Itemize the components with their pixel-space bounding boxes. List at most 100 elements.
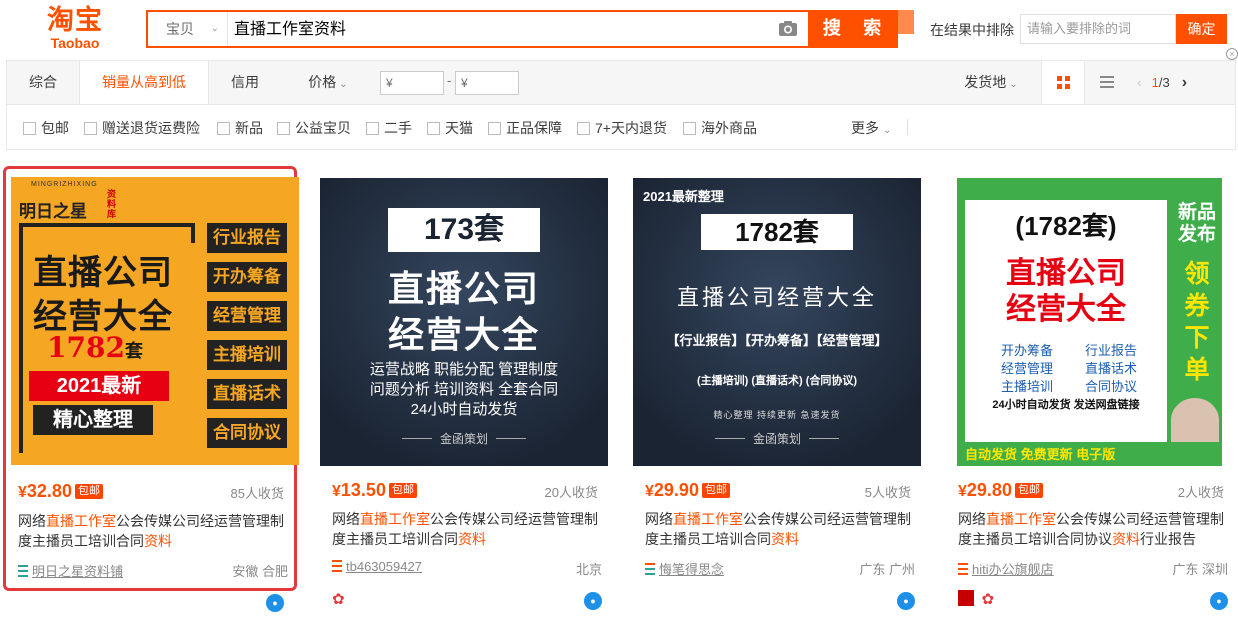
flower-icon: ✿ — [981, 591, 995, 608]
wangwang-chat-icon[interactable]: ● — [266, 594, 284, 612]
product-image[interactable]: MINGRIZHIXING 明日之星 资料库 直播公司 经营大全 1782套 2… — [11, 177, 299, 465]
checkbox[interactable] — [84, 122, 97, 135]
price-row: ¥13.50 包邮 20人收货 — [332, 480, 598, 504]
price-min-input[interactable]: ¥ — [380, 71, 444, 95]
shop-icon — [332, 560, 342, 572]
product-title[interactable]: 网络直播工作室公会传媒公司经运营管理制度主播员工培训合同资料 — [645, 509, 915, 549]
filter-label: 包邮 — [41, 120, 69, 136]
checkbox[interactable] — [366, 122, 379, 135]
filter-second-hand[interactable]: 二手 — [366, 119, 412, 137]
product-image[interactable]: 173套 直播公司 经营大全 运营战略 职能分配 管理制度 问题分析 培训资料 … — [320, 178, 608, 466]
close-icon[interactable]: × — [1226, 48, 1238, 60]
title-text: 行业报告 — [1140, 531, 1196, 547]
product-title[interactable]: 网络直播工作室公会传媒公司经运营管理制度主播员工培训合同资料 — [18, 511, 288, 551]
title-highlight: 直播工作室 — [46, 513, 116, 529]
badge-row: ✿ ● — [958, 590, 1228, 610]
more-filters-button[interactable]: 更多 ⌄ — [851, 118, 891, 138]
sort-default[interactable]: 综合 — [7, 61, 79, 104]
search-category-label: 宝贝 — [166, 21, 194, 37]
exclude-input[interactable]: 请输入要排除的词 — [1020, 14, 1176, 44]
image-row-3: 精心整理 持续更新 急速发货 — [713, 410, 841, 420]
filter-overseas[interactable]: 海外商品 — [683, 119, 757, 137]
wangwang-chat-icon[interactable]: ● — [897, 592, 915, 610]
wangwang-chat-icon[interactable]: ● — [584, 592, 602, 610]
product-card[interactable]: MINGRIZHIXING 明日之星 资料库 直播公司 经营大全 1782套 2… — [3, 166, 299, 591]
filter-return-insurance[interactable]: 赠送退货运费险 — [84, 119, 200, 137]
checkbox[interactable] — [683, 122, 696, 135]
filter-label: 天猫 — [445, 120, 473, 136]
image-tag: 经营管理 — [207, 301, 287, 331]
filter-label: 二手 — [384, 120, 412, 136]
list-view-button[interactable] — [1085, 61, 1129, 104]
person-illustration — [1171, 398, 1219, 442]
product-card[interactable]: 2021最新整理 1782套 直播公司经营大全 【行业报告】【开办筹备】【经营管… — [625, 166, 921, 618]
sort-by-price[interactable]: 价格 ⌄ — [293, 61, 363, 104]
search-category-select[interactable]: 宝贝 ⌄ — [148, 12, 228, 46]
checkbox[interactable] — [277, 122, 290, 135]
wangwang-chat-icon[interactable]: ● — [1210, 592, 1228, 610]
filter-genuine[interactable]: 正品保障 — [488, 119, 562, 137]
sales-count: 2人收货 — [1177, 485, 1224, 500]
sales-count: 20人收货 — [544, 485, 598, 500]
image-count: 173套 — [388, 208, 540, 252]
filter-tmall[interactable]: 天猫 — [427, 119, 473, 137]
checkbox[interactable] — [577, 122, 590, 135]
exclude-confirm-button[interactable]: 确定 — [1176, 14, 1227, 44]
next-page-icon[interactable]: › — [1182, 74, 1187, 91]
sort-by-credit[interactable]: 信用 — [209, 61, 281, 104]
chevron-down-icon: ⌄ — [210, 23, 219, 34]
price-value: 13.50 — [340, 480, 386, 500]
price-value: 29.90 — [653, 480, 699, 500]
product-title[interactable]: 网络直播工作室公会传媒公司经运营管理制度主播员工培训合同资料 — [332, 509, 602, 549]
filter-7day-return[interactable]: 7+天内退货 — [577, 119, 667, 137]
shop-name[interactable]: 悔笔得思念 — [659, 562, 724, 577]
filter-free-shipping[interactable]: 包邮 — [23, 119, 69, 137]
search-input[interactable]: 直播工作室资料 — [234, 12, 774, 46]
product-image[interactable]: 2021最新整理 1782套 直播公司经营大全 【行业报告】【开办筹备】【经营管… — [633, 178, 921, 466]
product-card[interactable]: (1782套) 直播公司 经营大全 开办筹备 行业报告 经营管理 直播话术 主播… — [938, 166, 1232, 618]
filter-bar: 包邮 赠送退货运费险 新品 公益宝贝 二手 天猫 正品保障 7+天内退货 海外商… — [6, 105, 1236, 150]
search-button[interactable]: 搜 索 — [808, 10, 898, 48]
badge-row: ✿ ● — [332, 590, 602, 610]
sort-by-sales[interactable]: 销量从高到低 — [79, 61, 209, 104]
page-total: /3 — [1158, 75, 1170, 90]
shop-name[interactable]: hiti办公旗舰店 — [972, 562, 1054, 577]
grid-view-button[interactable] — [1041, 61, 1085, 104]
image-sub-2: 问题分析 培训资料 全套合同 — [369, 381, 559, 398]
price-row: ¥32.80 包邮 85人收货 — [18, 481, 284, 505]
sales-count: 5人收货 — [864, 485, 911, 500]
camera-icon[interactable] — [778, 20, 798, 37]
prev-page-icon[interactable]: ‹ — [1137, 74, 1142, 90]
shop-row: 悔笔得思念 广东 广州 — [645, 559, 915, 577]
ship-from-filter[interactable]: 发货地 ⌄ — [951, 61, 1031, 104]
shop-row: tb463059427 北京 — [332, 559, 602, 577]
filter-charity[interactable]: 公益宝贝 — [277, 119, 351, 137]
checkbox[interactable] — [427, 122, 440, 135]
image-count: (1782套) — [1015, 211, 1117, 241]
product-title[interactable]: 网络直播工作室公会传媒公司经运营管理制度主播员工培训合同协议资料行业报告 — [958, 509, 1228, 549]
image-footer: 金函策划 — [439, 432, 488, 446]
filter-label: 海外商品 — [701, 120, 757, 136]
exclude-label: 在结果中排除 — [930, 22, 1014, 38]
shop-name[interactable]: 明日之星资料铺 — [32, 564, 123, 579]
image-year: 2021最新 — [29, 371, 169, 401]
price-max-input[interactable]: ¥ — [455, 71, 519, 95]
logo-text-cn: 淘宝 — [47, 5, 103, 36]
search-box: 宝贝 ⌄ 直播工作室资料 — [146, 10, 898, 48]
product-card[interactable]: 173套 直播公司 经营大全 运营战略 职能分配 管理制度 问题分析 培训资料 … — [312, 166, 608, 618]
image-top: 2021最新整理 — [643, 189, 724, 204]
image-tag: 开办筹备 — [207, 262, 287, 292]
filter-new[interactable]: 新品 — [217, 119, 263, 137]
image-grid-item: 合同协议 — [1085, 379, 1138, 394]
checkbox[interactable] — [488, 122, 501, 135]
image-grid-item: 直播话术 — [1085, 361, 1138, 376]
badge-row: ● — [645, 590, 915, 610]
shop-name[interactable]: tb463059427 — [346, 559, 422, 574]
image-grid-item: 经营管理 — [1001, 361, 1054, 376]
checkbox[interactable] — [23, 122, 36, 135]
image-count-unit: 套 — [124, 341, 143, 361]
filter-label: 赠送退货运费险 — [102, 120, 200, 136]
checkbox[interactable] — [217, 122, 230, 135]
taobao-logo[interactable]: 淘宝 Taobao — [20, 6, 130, 52]
product-image[interactable]: (1782套) 直播公司 经营大全 开办筹备 行业报告 经营管理 直播话术 主播… — [957, 178, 1222, 466]
